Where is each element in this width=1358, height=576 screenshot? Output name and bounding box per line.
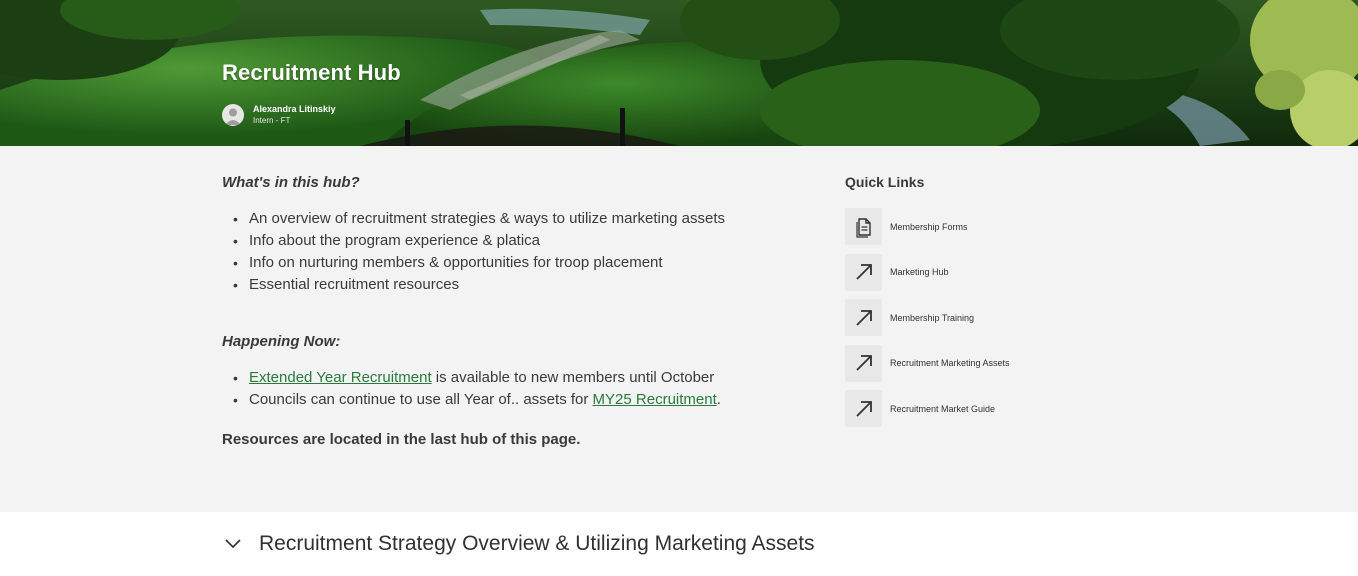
quick-link-recruitment-marketing-assets[interactable]: Recruitment Marketing Assets bbox=[845, 344, 1105, 382]
list-item: Info about the program experience & plat… bbox=[222, 230, 802, 252]
author-role: Intern - FT bbox=[253, 116, 291, 125]
list-item-text: . bbox=[716, 391, 721, 408]
quick-link-marketing-hub[interactable]: Marketing Hub bbox=[845, 253, 1105, 291]
quick-links-list: Membership Forms Marketing Hub Membershi… bbox=[845, 208, 1105, 427]
quick-link-label: Recruitment Marketing Assets bbox=[890, 358, 1010, 368]
author-block[interactable]: Alexandra Litinskiy Intern - FT bbox=[222, 103, 336, 127]
arrow-up-right-icon bbox=[855, 309, 872, 326]
my25-recruitment-link[interactable]: MY25 Recruitment bbox=[593, 391, 717, 408]
list-item-text: Councils can continue to use all Year of… bbox=[249, 391, 593, 408]
quick-link-recruitment-market-guide[interactable]: Recruitment Market Guide bbox=[845, 390, 1105, 427]
list-item: Councils can continue to use all Year of… bbox=[222, 389, 802, 411]
list-item: Info on nurturing members & opportunitie… bbox=[222, 252, 802, 274]
hero-background-image bbox=[0, 0, 1358, 146]
content-section: What's in this hub? An overview of recru… bbox=[0, 146, 1358, 512]
quick-link-label: Marketing Hub bbox=[890, 267, 949, 277]
list-item: An overview of recruitment strategies & … bbox=[222, 208, 802, 230]
list-item: Extended Year Recruitment is available t… bbox=[222, 367, 802, 389]
page-title: Recruitment Hub bbox=[222, 60, 401, 85]
list-item-text: is available to new members until Octobe… bbox=[431, 369, 715, 386]
collapsible-section: Recruitment Strategy Overview & Utilizin… bbox=[0, 512, 1358, 576]
quick-link-label: Membership Forms bbox=[890, 221, 968, 232]
avatar[interactable] bbox=[222, 104, 244, 126]
intro-list: An overview of recruitment strategies & … bbox=[222, 208, 802, 296]
quick-link-label: Recruitment Market Guide bbox=[890, 403, 996, 414]
person-icon bbox=[225, 108, 241, 125]
arrow-up-right-icon bbox=[855, 400, 872, 417]
hub-description: What's in this hub? An overview of recru… bbox=[222, 174, 802, 448]
hero-banner: Recruitment Hub Alexandra Litinskiy Inte… bbox=[0, 0, 1358, 146]
section-title[interactable]: Recruitment Strategy Overview & Utilizin… bbox=[259, 532, 815, 556]
happening-list: Extended Year Recruitment is available t… bbox=[222, 367, 802, 411]
resources-note: Resources are located in the last hub of… bbox=[222, 431, 581, 448]
list-item: Essential recruitment resources bbox=[222, 274, 802, 296]
arrow-up-right-icon bbox=[855, 355, 872, 371]
intro-heading: What's in this hub? bbox=[222, 174, 360, 191]
quick-link-membership-forms[interactable]: Membership Forms bbox=[845, 208, 1105, 245]
chevron-down-icon[interactable] bbox=[224, 538, 242, 550]
quick-links-title: Quick Links bbox=[845, 174, 925, 190]
quick-link-membership-training[interactable]: Membership Training bbox=[845, 299, 1105, 336]
author-name[interactable]: Alexandra Litinskiy bbox=[253, 103, 336, 115]
arrow-up-right-icon bbox=[855, 264, 872, 280]
document-icon bbox=[855, 217, 871, 238]
quick-link-label: Membership Training bbox=[890, 312, 975, 323]
extended-year-recruitment-link[interactable]: Extended Year Recruitment bbox=[249, 369, 432, 386]
quick-links: Quick Links Membership Forms Marketing H… bbox=[845, 174, 1105, 436]
happening-heading: Happening Now: bbox=[222, 333, 341, 350]
